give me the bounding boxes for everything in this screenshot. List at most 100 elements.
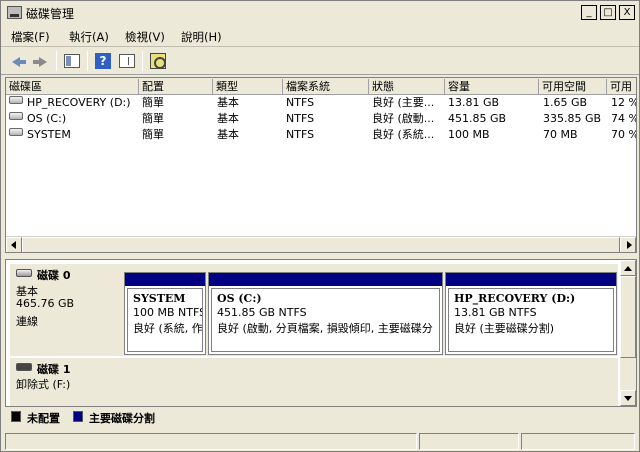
menu-bar: 檔案(F) 執行(A) 檢視(V) 說明(H) [1, 25, 639, 47]
volume-type: 基本 [217, 128, 239, 141]
col-free-space[interactable]: 可用空間 [539, 79, 607, 95]
volume-free: 1.65 GB [543, 96, 588, 109]
vertical-scrollbar[interactable] [620, 260, 636, 406]
removable-disk-icon [16, 363, 32, 371]
volume-layout: 簡單 [142, 96, 164, 109]
partition-status: 良好 (啟動, 分頁檔案, 損毀傾印, 主要磁碟分 [217, 322, 433, 335]
disk-0-partitions: SYSTEM 100 MB NTFS 良好 (系統, 作 OS (C:) 451… [123, 264, 618, 356]
status-cell [521, 433, 635, 450]
disk-0-info[interactable]: 磁碟 0 基本 465.76 GB 連線 [10, 264, 123, 356]
drive-icon [9, 128, 23, 136]
col-percent-free[interactable]: 可用 [607, 79, 636, 95]
volume-name: OS (C:) [27, 112, 67, 125]
status-cell [5, 433, 417, 450]
window-title: 磁碟管理 [26, 7, 75, 21]
volume-filesystem: NTFS [286, 128, 315, 141]
drive-icon [9, 96, 23, 104]
scroll-thumb[interactable] [620, 276, 636, 358]
title-bar[interactable]: 磁碟管理 _ □ X [1, 1, 639, 25]
toolbar-separator [87, 51, 88, 71]
scroll-thumb[interactable] [22, 237, 620, 252]
legend: 未配置 主要磁碟分割 [5, 407, 637, 427]
properties-icon[interactable] [119, 54, 135, 68]
minimize-button[interactable]: _ [581, 5, 597, 20]
disk-1-area [123, 358, 618, 406]
volume-name: SYSTEM [27, 128, 71, 141]
partition-status: 良好 (主要磁碟分割) [454, 322, 555, 335]
col-filesystem[interactable]: 檔案系統 [283, 79, 369, 95]
unallocated-swatch [11, 411, 21, 422]
partition-body: SYSTEM 100 MB NTFS 良好 (系統, 作 [127, 288, 203, 352]
primary-partition-bar [446, 273, 616, 286]
partition-name: OS (C:) [217, 292, 262, 305]
primary-partition-swatch [73, 411, 83, 422]
table-row[interactable]: HP_RECOVERY (D:) 簡單 基本 NTFS 良好 (主要... 13… [6, 95, 636, 111]
partition-size: 13.81 GB NTFS [454, 306, 537, 319]
partition-name: SYSTEM [133, 292, 186, 305]
maximize-button[interactable]: □ [600, 5, 616, 20]
partition-body: OS (C:) 451.85 GB NTFS 良好 (啟動, 分頁檔案, 損毀傾… [211, 288, 440, 352]
partition-system[interactable]: SYSTEM 100 MB NTFS 良好 (系統, 作 [124, 272, 206, 355]
volume-percent-free: 70 % [611, 128, 637, 141]
forward-arrow-icon[interactable] [30, 51, 50, 71]
partition-size: 100 MB NTFS [133, 306, 203, 319]
table-row[interactable]: SYSTEM 簡單 基本 NTFS 良好 (系統... 100 MB 70 MB… [6, 127, 636, 143]
volume-list: 磁碟區 配置 類型 檔案系統 狀態 容量 可用空間 可用 HP_RECOVERY… [5, 77, 637, 253]
volume-filesystem: NTFS [286, 96, 315, 109]
volume-capacity: 100 MB [448, 128, 490, 141]
menu-help[interactable]: 說明(H) [181, 29, 222, 45]
volume-capacity: 451.85 GB [448, 112, 507, 125]
column-header-row: 磁碟區 配置 類型 檔案系統 狀態 容量 可用空間 可用 [6, 78, 636, 95]
disk-label: 磁碟 0 [37, 269, 71, 282]
disk-management-icon [7, 6, 22, 19]
disk-management-window: 磁碟管理 _ □ X 檔案(F) 執行(A) 檢視(V) 說明(H) ? 磁碟區… [0, 0, 640, 452]
volume-layout: 簡單 [142, 112, 164, 125]
primary-partition-bar [209, 273, 442, 286]
volume-free: 335.85 GB [543, 112, 602, 125]
col-type[interactable]: 類型 [213, 79, 283, 95]
scroll-right-arrow-icon[interactable] [620, 237, 636, 252]
col-layout[interactable]: 配置 [139, 79, 213, 95]
disk-1-info[interactable]: 磁碟 1 卸除式 (F:) [10, 358, 123, 406]
back-arrow-icon[interactable] [9, 51, 29, 71]
partition-hp-recovery-d[interactable]: HP_RECOVERY (D:) 13.81 GB NTFS 良好 (主要磁碟分… [445, 272, 617, 355]
status-cell [419, 433, 519, 450]
menu-action[interactable]: 執行(A) [69, 29, 109, 45]
horizontal-scrollbar[interactable] [6, 236, 636, 252]
volume-status: 良好 (主要... [372, 96, 435, 109]
drive-icon [9, 112, 23, 120]
col-capacity[interactable]: 容量 [445, 79, 539, 95]
volume-status: 良好 (系統... [372, 128, 435, 141]
show-hide-console-tree-icon[interactable] [64, 54, 80, 68]
volume-layout: 簡單 [142, 128, 164, 141]
disk-graphical-view: 磁碟 0 基本 465.76 GB 連線 SYSTEM 100 MB NTFS … [5, 259, 637, 407]
legend-label: 未配置 [27, 412, 60, 425]
partition-os-c[interactable]: OS (C:) 451.85 GB NTFS 良好 (啟動, 分頁檔案, 損毀傾… [208, 272, 443, 355]
partition-status: 良好 (系統, 作 [133, 322, 203, 335]
primary-partition-bar [125, 273, 205, 286]
scroll-left-arrow-icon[interactable] [6, 237, 22, 252]
disk-state: 連線 [16, 315, 38, 328]
col-status[interactable]: 狀態 [369, 79, 445, 95]
hard-disk-icon [16, 269, 32, 277]
disk-label: 磁碟 1 [37, 363, 71, 376]
disk-kind: 卸除式 (F:) [16, 378, 71, 391]
partition-size: 451.85 GB NTFS [217, 306, 307, 319]
volume-status: 良好 (啟動... [372, 112, 435, 125]
scroll-up-arrow-icon[interactable] [620, 260, 636, 276]
menu-view[interactable]: 檢視(V) [125, 29, 165, 45]
toolbar-separator [56, 51, 57, 71]
close-button[interactable]: X [619, 5, 635, 20]
scroll-down-arrow-icon[interactable] [620, 390, 636, 406]
legend-label: 主要磁碟分割 [89, 412, 155, 425]
table-row[interactable]: OS (C:) 簡單 基本 NTFS 良好 (啟動... 451.85 GB 3… [6, 111, 636, 127]
col-volume[interactable]: 磁碟區 [6, 79, 139, 95]
settings-icon[interactable] [150, 53, 166, 69]
volume-filesystem: NTFS [286, 112, 315, 125]
partition-body: HP_RECOVERY (D:) 13.81 GB NTFS 良好 (主要磁碟分… [448, 288, 614, 352]
volume-percent-free: 12 % [611, 96, 637, 109]
volume-capacity: 13.81 GB [448, 96, 500, 109]
help-icon[interactable]: ? [95, 53, 111, 69]
menu-file[interactable]: 檔案(F) [11, 29, 50, 45]
volume-name: HP_RECOVERY (D:) [27, 96, 131, 109]
